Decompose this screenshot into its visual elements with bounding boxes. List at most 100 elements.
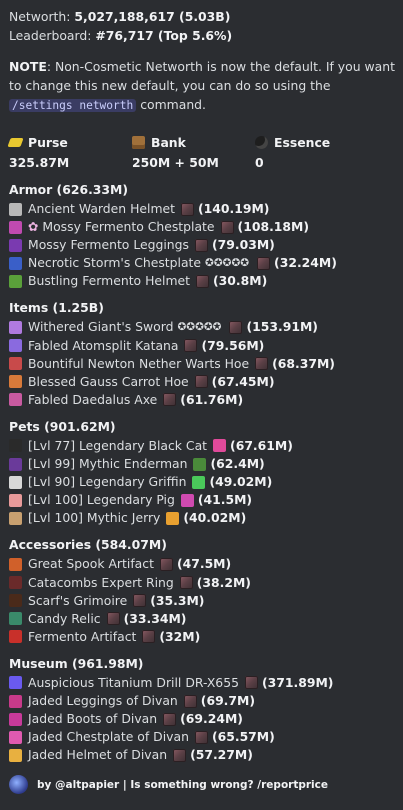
item-value: (371.89M) <box>261 674 334 690</box>
embed-footer: by @altpapier | Is something wrong? /rep… <box>9 775 328 794</box>
hoe-icon <box>9 357 22 371</box>
item-name: Scarf's Grimoire <box>28 592 128 608</box>
item-name: [Lvl 90] Legendary Griffin <box>28 474 187 490</box>
item-value: (69.7M) <box>200 692 256 708</box>
list-item: Blessed Gauss Carrot Hoe (67.45M) <box>9 373 395 391</box>
purse-field: Purse 325.87M <box>7 133 132 172</box>
soulbound-chest-icon <box>133 594 147 608</box>
item-value: (65.57M) <box>211 729 275 745</box>
soulbound-chest-icon <box>163 393 177 407</box>
item-value: (140.19M) <box>198 201 270 216</box>
helmet-icon <box>9 748 22 762</box>
item-name: Bountiful Newton Nether Warts Hoe <box>28 355 250 371</box>
item-name: [Lvl 100] Legendary Pig <box>28 492 175 508</box>
pet-item-icon <box>180 493 194 507</box>
leaderboard-line: Leaderboard: #76,717 (Top 5.6%) <box>9 26 395 45</box>
author-avatar-icon <box>9 775 28 794</box>
pet-item-icon <box>213 439 227 453</box>
item-value: (30.8M) <box>213 273 268 289</box>
list-item: Auspicious Titanium Drill DR-X655 (371.89… <box>9 674 395 692</box>
item-name: Fabled Atomsplit Katana <box>28 337 179 353</box>
pet-item-icon <box>166 511 180 525</box>
item-name: Jaded Leggings of Divan <box>28 692 178 708</box>
soulbound-chest-icon <box>194 730 208 744</box>
item-name: Catacombs Expert Ring <box>28 574 174 590</box>
item-name: [Lvl 77] Legendary Black Cat <box>28 437 208 453</box>
networth-line: Networth: 5,027,188,617 (5.03B) <box>9 7 395 26</box>
sword-icon <box>9 321 22 335</box>
section-title: Armor (626.33M) <box>9 182 129 197</box>
soulbound-chest-icon <box>220 220 234 234</box>
gold-ingot-icon <box>7 138 24 147</box>
pet-item-icon <box>193 457 207 471</box>
list-item: Jaded Helmet of Divan (57.27M) <box>9 746 395 764</box>
section-title: Pets (901.62M) <box>9 418 116 434</box>
jerry-icon <box>9 511 22 525</box>
item-value: (67.61M) <box>230 437 293 453</box>
section-title: Museum (961.98M) <box>9 655 144 671</box>
section-title: Items (1.25B) <box>9 300 104 316</box>
item-value: (41.5M) <box>197 492 253 508</box>
item-value: (49.02M) <box>209 474 273 490</box>
bank-value: 250M + 50M <box>132 155 219 170</box>
soulbound-chest-icon <box>142 630 156 644</box>
soulbound-chest-icon <box>106 612 120 626</box>
chest-icon <box>132 136 145 149</box>
item-name: Blessed Gauss Carrot Hoe <box>28 373 189 389</box>
section-title: Accessories (584.07M) <box>9 537 167 553</box>
section: Armor (626.33M) Ancient Warden Helmet (140… <box>9 180 395 290</box>
purse-value: 325.87M <box>9 155 70 170</box>
settings-command[interactable]: /settings networth <box>9 99 137 112</box>
networth-value: 5,027,188,617 (5.03B) <box>74 9 231 24</box>
upgrade-stars-icon: ✪✪✪✪✪ <box>205 257 250 270</box>
axe-icon <box>9 393 22 407</box>
item-value: (153.91M) <box>246 319 318 335</box>
item-value: (67.45M) <box>211 373 275 389</box>
embed: Networth: 5,027,188,617 (5.03B) Leaderbo… <box>0 0 403 794</box>
item-name: Candy Relic <box>28 610 101 626</box>
item-value: (38.2M) <box>196 574 251 590</box>
chestplate-icon <box>9 730 22 744</box>
soulbound-chest-icon <box>179 576 193 590</box>
item-value: (32M) <box>159 628 201 644</box>
list-item: [Lvl 100] Legendary Pig (41.5M) <box>9 491 395 509</box>
fermento-artifact-icon <box>9 630 22 644</box>
note-paragraph: NOTE: Non-Cosmetic Networth is now the d… <box>9 57 395 115</box>
black-cat-icon <box>9 439 22 453</box>
item-value: (32.24M) <box>274 255 337 271</box>
essence-label: Essence <box>274 135 331 150</box>
item-name: Withered Giant's Sword <box>28 319 174 335</box>
soulbound-chest-icon <box>244 676 258 690</box>
list-item: [Lvl 90] Legendary Griffin (49.02M) <box>9 473 395 491</box>
list-item: Jaded Chestplate of Divan (65.57M) <box>9 728 395 746</box>
networth-sections: Armor (626.33M) Ancient Warden Helmet (140… <box>9 180 395 764</box>
note-text-end: command. <box>136 97 206 112</box>
item-value: (35.3M) <box>150 592 205 608</box>
leggings-icon <box>9 238 22 252</box>
soulbound-chest-icon <box>196 274 210 288</box>
list-item: Scarf's Grimoire (35.3M) <box>9 592 395 610</box>
list-item: Jaded Boots of Divan (69.24M) <box>9 710 395 728</box>
item-value: (62.4M) <box>210 456 265 472</box>
list-item: Candy Relic (33.34M) <box>9 610 395 628</box>
item-name: Jaded Chestplate of Divan <box>28 729 189 745</box>
footer-text: by @altpapier | Is something wrong? /rep… <box>37 778 328 791</box>
soulbound-chest-icon <box>229 321 243 335</box>
note-label: NOTE <box>9 59 47 74</box>
purse-label: Purse <box>28 135 68 150</box>
list-item: [Lvl 99] Mythic Enderman (62.4M) <box>9 455 395 473</box>
grimoire-icon <box>9 594 22 608</box>
leaderboard-value: #76,717 (Top 5.6%) <box>95 28 233 43</box>
list-item: Fabled Atomsplit Katana (79.56M) <box>9 337 395 355</box>
skull-helmet-icon <box>9 202 22 216</box>
item-name: Necrotic Storm's Chestplate <box>28 255 202 271</box>
list-item: Necrotic Storm's Chestplate ✪✪✪✪✪ (32.24M) <box>9 254 395 272</box>
soulbound-chest-icon <box>181 202 194 216</box>
list-item: Mossy Fermento Leggings (79.03M) <box>9 236 395 254</box>
pig-icon <box>9 493 22 507</box>
item-value: (79.56M) <box>201 337 265 353</box>
list-item: Bountiful Newton Nether Warts Hoe (68.37M… <box>9 355 395 373</box>
note-text: : Non-Cosmetic Networth is now the defau… <box>9 59 395 93</box>
item-value: (40.02M) <box>183 510 247 526</box>
spook-artifact-icon <box>9 557 22 571</box>
